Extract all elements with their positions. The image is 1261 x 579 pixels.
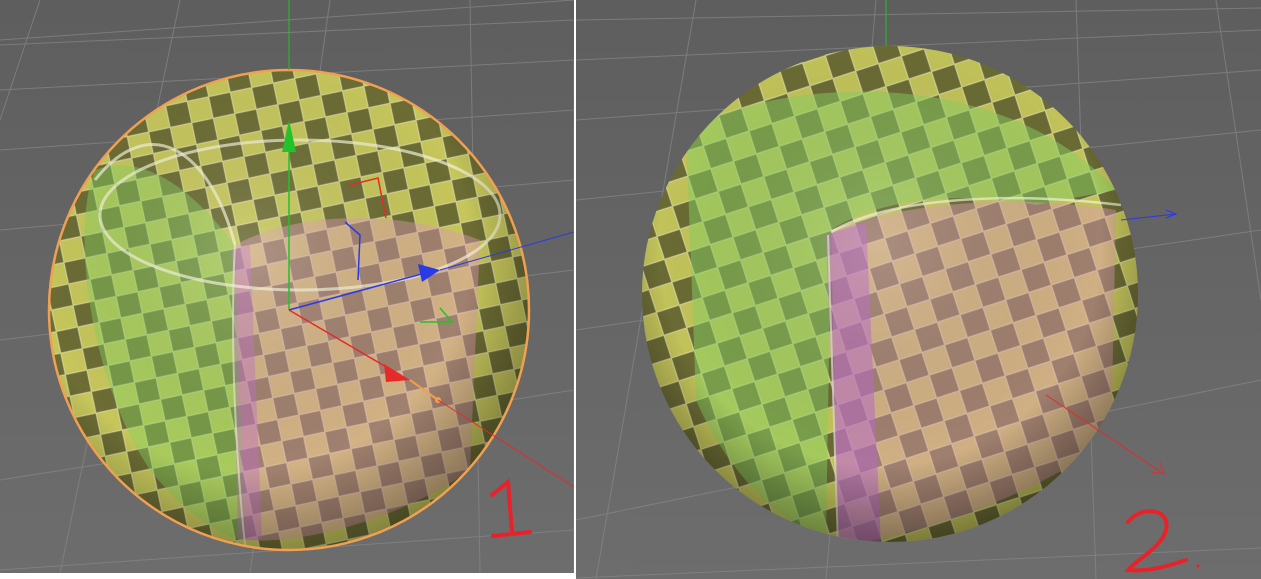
- viewport-1-canvas[interactable]: 1: [0, 0, 574, 573]
- viewport-1[interactable]: 1: [0, 0, 574, 573]
- sphere-object-2[interactable]: [642, 46, 1138, 548]
- viewport-2[interactable]: 2: [576, 0, 1261, 579]
- viewport-2-canvas[interactable]: 2: [576, 0, 1261, 579]
- screenshot-comparison: 1: [0, 0, 1261, 579]
